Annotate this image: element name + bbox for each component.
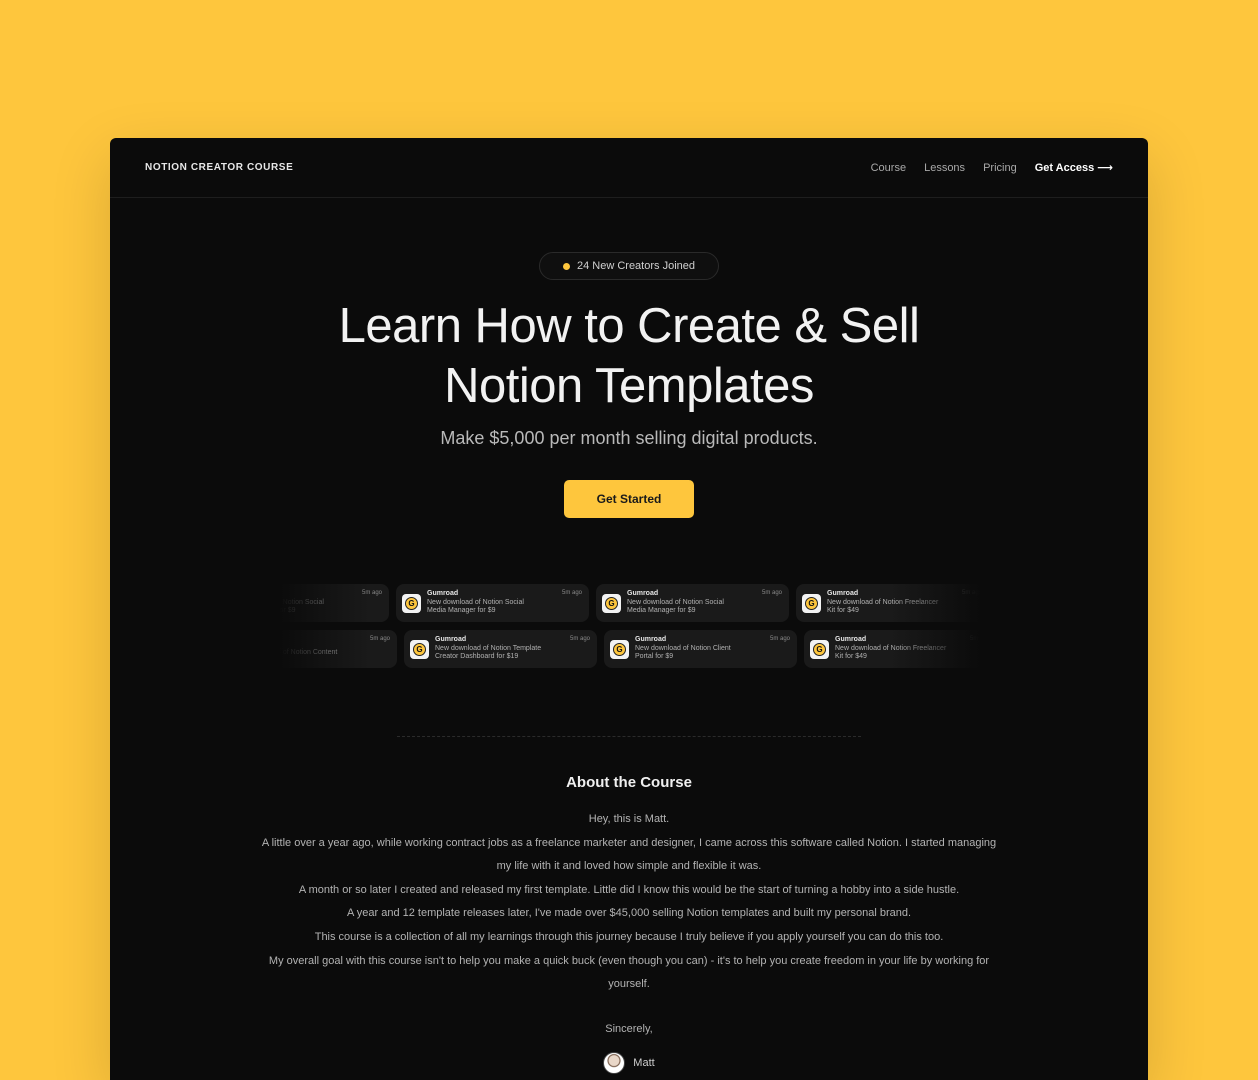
card-text: Gumroad New download of Notion Freelancer… xyxy=(835,636,947,662)
about-paragraph: This course is a collection of all my le… xyxy=(314,930,944,943)
card-timestamp: 5m ago xyxy=(769,636,790,642)
about-paragraph: A year and 12 template releases later, I… xyxy=(346,907,912,920)
card-timestamp: 5m ago xyxy=(369,636,390,642)
sale-notification-card: GGumroadNew download of Notion Social Me… xyxy=(280,584,389,622)
card-description: New download of Notion Social Media Mana… xyxy=(627,598,724,615)
gumroad-icon: G xyxy=(810,639,829,659)
card-title: Gumroad xyxy=(827,590,859,598)
nav-link-pricing[interactable]: Pricing xyxy=(983,162,1017,174)
card-title: Gumroad xyxy=(280,641,347,650)
card-description: New download of Notion Social Media Mana… xyxy=(427,598,524,615)
headline-line-2: Notion Templates xyxy=(444,359,814,413)
card-description: New download of Notion Client Portal for… xyxy=(635,644,731,661)
card-title: Gumroad xyxy=(627,590,659,598)
card-text: Gumroad New download of Notion Template C… xyxy=(435,636,547,662)
get-started-button[interactable]: Get Started xyxy=(564,480,694,518)
hero-subhead: Make $5,000 per month selling digital pr… xyxy=(440,428,818,448)
sale-notification-card: G GumroadNew download of Notion Social Me… xyxy=(596,584,789,622)
card-title: Gumroad xyxy=(835,636,867,644)
sale-notification-card: GGumroadNew download of Notion Content5m… xyxy=(280,630,397,668)
status-dot-icon xyxy=(562,262,570,270)
card-description: New download of Notion Content xyxy=(280,649,338,656)
gumroad-icon: G xyxy=(610,639,629,659)
author-name: Matt xyxy=(633,1057,655,1069)
card-title: Gumroad xyxy=(280,590,339,599)
hero-headline: Learn How to Create & Sell Notion Templa… xyxy=(110,296,1148,416)
avatar xyxy=(603,1052,626,1074)
nav-link-course[interactable]: Course xyxy=(871,162,906,174)
card-text: Gumroad New download of Notion Client Por… xyxy=(635,636,747,662)
about-paragraph: Hey, this is Matt. xyxy=(588,813,670,825)
card-timestamp: 5m ago xyxy=(969,636,980,642)
card-text: GumroadNew download of Notion Social Med… xyxy=(280,590,339,616)
card-text: GumroadNew download of Notion Social Med… xyxy=(427,590,539,616)
card-timestamp: 5m ago xyxy=(961,590,980,596)
card-timestamp: 5m ago xyxy=(761,590,782,596)
nav-link-lessons[interactable]: Lessons xyxy=(924,162,965,174)
get-access-link[interactable]: Get Access ⟶ xyxy=(1034,161,1113,175)
arrow-right-icon: ⟶ xyxy=(1097,162,1113,174)
card-description: New download of Notion Social Media Mana… xyxy=(280,598,324,615)
about-title: About the Course xyxy=(566,774,692,791)
about-body: Hey, this is Matt. A little over a year … xyxy=(260,808,998,997)
about-paragraph: My overall goal with this course isn't t… xyxy=(268,954,990,991)
card-title: Gumroad xyxy=(427,590,459,598)
headline-line-1: Learn How to Create & Sell xyxy=(338,299,920,353)
sales-ticker-row-2: GGumroadNew download of Notion Content5m… xyxy=(280,630,980,668)
sale-notification-card: G GumroadNew download of Notion Social Me… xyxy=(396,584,589,622)
card-text: Gumroad New download of Notion Freelancer… xyxy=(827,590,939,616)
card-title: Gumroad xyxy=(635,636,667,644)
gumroad-icon: G xyxy=(402,593,421,613)
card-description: New download of Notion Freelancer Kit fo… xyxy=(835,644,947,661)
gumroad-icon: G xyxy=(602,593,621,613)
card-description: New download of Notion Freelancer Kit fo… xyxy=(827,598,939,615)
brand-logo[interactable]: NOTION CREATOR COURSE xyxy=(145,162,293,173)
card-description: New download of Notion Template Creator … xyxy=(435,644,542,661)
card-text: GumroadNew download of Notion Content xyxy=(280,641,347,658)
card-timestamp: 5m ago xyxy=(361,590,382,596)
sale-notification-card: G Gumroad New download of Notion Client Po… xyxy=(604,630,797,668)
card-timestamp: 5m ago xyxy=(561,590,582,596)
card-timestamp: 5m ago xyxy=(569,636,590,642)
author-signature: Matt xyxy=(110,1052,1148,1074)
gumroad-icon: G xyxy=(410,639,429,659)
card-text: GumroadNew download of Notion Social Med… xyxy=(627,590,739,616)
about-paragraph: A month or so later I created and releas… xyxy=(298,883,960,896)
signoff: Sincerely, xyxy=(605,1023,653,1035)
badge-text: 24 New Creators Joined xyxy=(576,260,695,272)
section-divider xyxy=(397,736,861,737)
sales-ticker-row-1: GGumroadNew download of Notion Social Me… xyxy=(280,584,980,622)
top-nav: NOTION CREATOR COURSE Course Lessons Pri… xyxy=(110,138,1148,198)
creators-joined-badge: 24 New Creators Joined xyxy=(539,252,719,280)
card-title: Gumroad xyxy=(435,636,467,644)
get-access-label: Get Access xyxy=(1034,161,1095,174)
nav-links: Course Lessons Pricing Get Access ⟶ xyxy=(871,161,1113,175)
about-paragraph: A little over a year ago, while working … xyxy=(261,836,997,873)
gumroad-icon: G xyxy=(802,593,821,613)
browser-window: NOTION CREATOR COURSE Course Lessons Pri… xyxy=(110,138,1148,1080)
sale-notification-card: G Gumroad New download of Notion Template … xyxy=(404,630,597,668)
sale-notification-card: G Gumroad New download of Notion Freelance… xyxy=(804,630,980,668)
sale-notification-card: G Gumroad New download of Notion Freelance… xyxy=(796,584,980,622)
